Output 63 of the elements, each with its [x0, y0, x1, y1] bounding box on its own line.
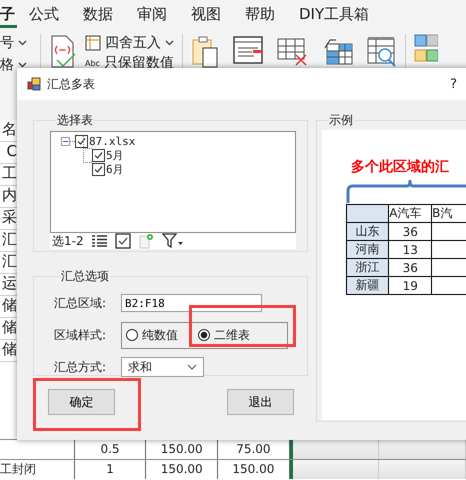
range-label[interactable]: 选1-2 [52, 232, 84, 250]
table-delete-icon[interactable] [277, 36, 309, 66]
color-grid-icon[interactable] [414, 34, 438, 64]
table-cell: 150.00 [146, 460, 218, 479]
tree-item[interactable]: 87.xlsx [89, 134, 136, 148]
new-page-icon[interactable] [138, 233, 154, 249]
column-header: A汽车 [388, 204, 432, 222]
collapse-icon[interactable] [61, 136, 70, 146]
dialog-button[interactable]: 确定 [48, 389, 115, 415]
list-icon[interactable] [92, 235, 107, 247]
caret-icon [18, 40, 27, 46]
row-header: 山东 [346, 222, 389, 240]
ribbon-tab[interactable]: DIY工具箱 [287, 4, 382, 28]
radio-button[interactable] [198, 329, 210, 341]
dialog-button[interactable]: 退出 [227, 389, 294, 415]
help-button[interactable]: ? [450, 76, 457, 92]
caret-icon [18, 62, 27, 68]
field-label: 汇总方式: [54, 358, 108, 376]
checkbox[interactable] [92, 148, 105, 162]
table-cell: 1 [74, 460, 146, 479]
row-header: 河南 [346, 240, 389, 258]
checkbox[interactable] [75, 134, 88, 148]
caret-icon [187, 364, 197, 370]
abc-label: Abc [85, 58, 100, 68]
filter-icon[interactable] [162, 233, 184, 249]
window-title: 汇总多表 [47, 76, 95, 92]
ribbon-tab[interactable]: 视图 [179, 4, 233, 28]
group-label: 汇总选项 [60, 268, 110, 285]
row-header: 浙江 [346, 258, 389, 276]
range-field[interactable]: B2:F18 [121, 294, 262, 312]
table-cell: 19 [388, 276, 432, 294]
form-icon[interactable] [233, 36, 263, 64]
round-button[interactable]: 四舍五入 [105, 34, 161, 52]
tree-item[interactable]: 5月 [106, 148, 124, 162]
field-label: 汇总区域: [54, 294, 108, 312]
ribbon-tab[interactable]: 帮助 [233, 4, 287, 28]
table-cell: 36 [388, 258, 432, 276]
table-cell: 13 [388, 240, 432, 258]
column-header: B汽 [432, 204, 466, 222]
group-label: 示例 [328, 112, 354, 129]
table-search-icon[interactable] [367, 36, 397, 68]
radio-button[interactable] [126, 329, 138, 341]
table-cell: 工封闭 [0, 460, 75, 479]
method-dropdown[interactable]: 求和 [121, 357, 204, 377]
caret-icon [165, 40, 174, 46]
example-caption: 多个此区域的汇 [351, 158, 450, 176]
ribbon-command[interactable]: 格 [0, 56, 14, 74]
app-icon [27, 77, 41, 91]
values-button[interactable]: 只保留数值 [104, 54, 174, 72]
table-cell: 36 [388, 222, 432, 240]
tree-item[interactable]: 6月 [106, 162, 124, 176]
ribbon-tab[interactable]: 数据 [71, 4, 125, 28]
field-label: 区域样式: [54, 326, 108, 344]
group-label: 选择表 [56, 112, 94, 129]
checkbox[interactable] [92, 162, 105, 176]
ribbon-tab[interactable]: 审阅 [125, 4, 179, 28]
radio-label[interactable]: 纯数值 [142, 326, 178, 344]
row-header: 新疆 [346, 276, 389, 294]
clipboard-icon[interactable] [191, 36, 219, 68]
checkbox-icon[interactable] [114, 233, 131, 249]
ribbon-command[interactable]: 号 [0, 34, 14, 52]
ribbon-tab[interactable]: 公式 [17, 4, 71, 28]
radio-label[interactable]: 二维表 [214, 326, 250, 344]
